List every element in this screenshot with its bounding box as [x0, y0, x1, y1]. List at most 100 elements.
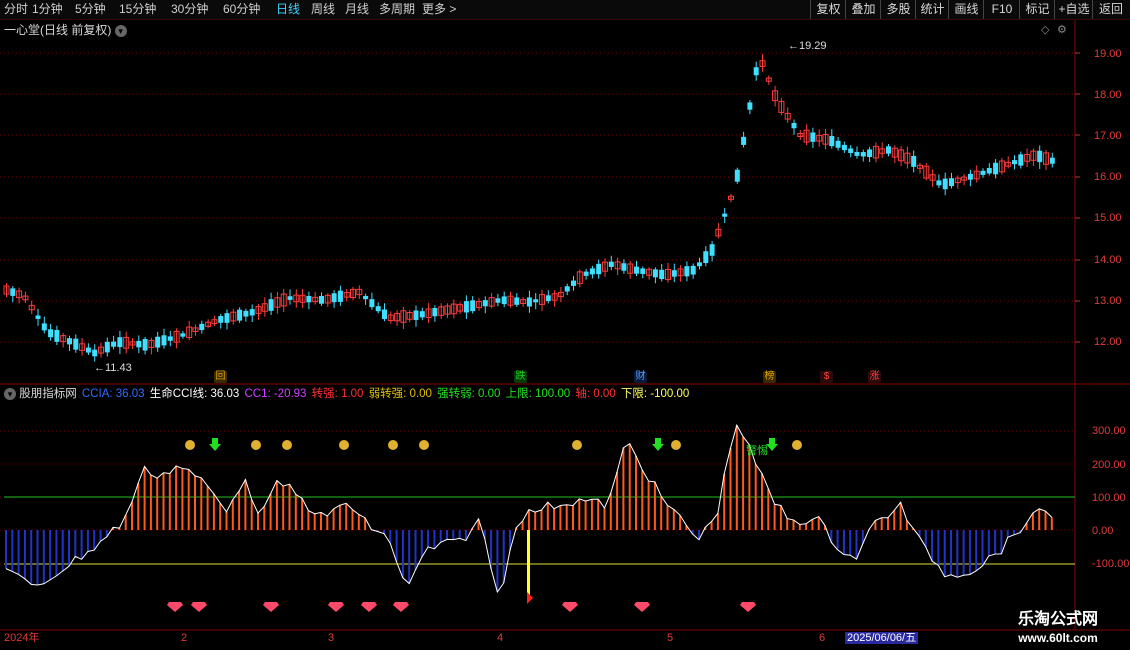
candle-body: [1012, 160, 1017, 165]
candle-body: [841, 144, 847, 151]
candle-body: [117, 337, 123, 348]
event-badge[interactable]: 榜: [763, 371, 776, 383]
time-label: 5: [667, 632, 674, 644]
candle-body: [993, 162, 999, 175]
stock-title: 一心堂(日线 前复权): [4, 23, 112, 37]
candle-body: [369, 299, 375, 308]
money-bag-icon: [572, 440, 582, 450]
event-badge[interactable]: 财: [634, 371, 647, 383]
candle-body: [886, 146, 891, 154]
diamond-icon[interactable]: ◇: [1041, 23, 1049, 37]
candle-body: [180, 333, 186, 337]
event-badge[interactable]: 回: [214, 371, 227, 383]
chart-canvas[interactable]: [0, 0, 1130, 650]
candle-body: [545, 295, 551, 302]
candle-body: [684, 266, 690, 277]
price-tick: 18.00: [1094, 89, 1122, 101]
candle-body: [583, 271, 589, 276]
candle-body: [526, 297, 532, 307]
warning-signal-label: 警惕: [746, 445, 768, 457]
candle-body: [980, 170, 986, 175]
candlesticks: [3, 54, 1055, 362]
indicator-tick: 100.00: [1092, 492, 1126, 504]
candle-body: [835, 140, 841, 148]
candle-body: [501, 296, 507, 305]
candle-body: [319, 295, 324, 304]
candle-body: [10, 288, 16, 296]
candle-body: [463, 301, 469, 313]
event-badge[interactable]: $: [820, 371, 833, 383]
candle-body: [571, 280, 576, 286]
candle-body: [470, 300, 476, 312]
candle-body: [608, 261, 614, 267]
down-arrow-icon: [209, 438, 221, 451]
indicator-header: ▾ 股朋指标网 CCIA: 36.03 生命CCI线: 36.03 CC1: -…: [4, 387, 689, 401]
money-bag-icon: [419, 440, 429, 450]
candle-body: [621, 263, 627, 271]
candle-body: [703, 251, 709, 264]
diamond-gem-icon: [740, 602, 756, 612]
weak-to-strong-value: 弱转强: 0.00: [368, 388, 432, 400]
candle-body: [136, 340, 142, 348]
candle-body: [41, 323, 47, 331]
diamond-gem-icon: [328, 602, 344, 612]
price-tick: 16.00: [1094, 171, 1122, 183]
candle-body: [753, 67, 759, 76]
candle-body: [224, 313, 230, 323]
money-bag-icon: [339, 440, 349, 450]
chevron-down-icon[interactable]: ▾: [4, 387, 16, 400]
candle-body: [659, 269, 665, 280]
candle-body: [331, 293, 337, 303]
candle-body: [199, 323, 205, 331]
candle-body: [1049, 157, 1055, 164]
candle-body: [85, 347, 91, 353]
watermark: 乐淘公式网 www.60lt.com: [994, 609, 1122, 650]
candle-body: [287, 296, 293, 300]
time-label: 2024年: [4, 632, 40, 644]
candle-body: [671, 270, 677, 277]
indicator-name[interactable]: 股朋指标网: [19, 388, 77, 400]
indicator-tick: -100.00: [1092, 558, 1130, 570]
settings-icon[interactable]: ⚙: [1057, 23, 1067, 37]
candle-body: [67, 338, 72, 345]
weak-to-strong-bar: [527, 530, 530, 596]
candle-body: [791, 123, 797, 129]
candle-body: [848, 148, 854, 153]
money-bag-icon: [185, 440, 195, 450]
diamond-gem-icon: [263, 602, 279, 612]
diamond-gem-icon: [191, 602, 207, 612]
candle-body: [419, 311, 425, 318]
candle-body: [949, 178, 954, 187]
candle-body: [382, 309, 387, 320]
candle-body: [829, 136, 835, 147]
diamond-gem-icon: [393, 602, 409, 612]
candle-body: [514, 297, 520, 305]
chevron-down-icon[interactable]: ▾: [114, 24, 127, 37]
candle-body: [161, 335, 167, 346]
candle-body: [48, 329, 54, 338]
candle-body: [1037, 150, 1043, 163]
candle-body: [155, 336, 161, 348]
candle-body: [634, 266, 639, 274]
candle-body: [35, 315, 41, 319]
candle-body: [747, 102, 753, 110]
low-price-label: ←11.43: [94, 362, 132, 374]
event-badge[interactable]: 跌: [514, 371, 527, 383]
candle-body: [413, 310, 419, 320]
diamond-gem-icon: [361, 602, 377, 612]
candle-body: [867, 149, 873, 158]
lower-limit-value: 下限: -100.00: [620, 388, 690, 400]
watermark-title: 乐淘公式网: [1017, 611, 1098, 628]
grid: [0, 20, 1130, 631]
price-tick: 19.00: [1094, 48, 1122, 60]
event-badge[interactable]: 涨: [868, 371, 881, 383]
indicator-tick: 200.00: [1092, 459, 1126, 471]
money-bag-icon: [671, 440, 681, 450]
candle-body: [860, 152, 866, 157]
candle-body: [1018, 154, 1024, 166]
candle-body: [142, 338, 148, 351]
candle-body: [375, 306, 381, 312]
candle-body: [363, 295, 369, 300]
money-bag-icon: [282, 440, 292, 450]
candle-body: [306, 295, 312, 303]
